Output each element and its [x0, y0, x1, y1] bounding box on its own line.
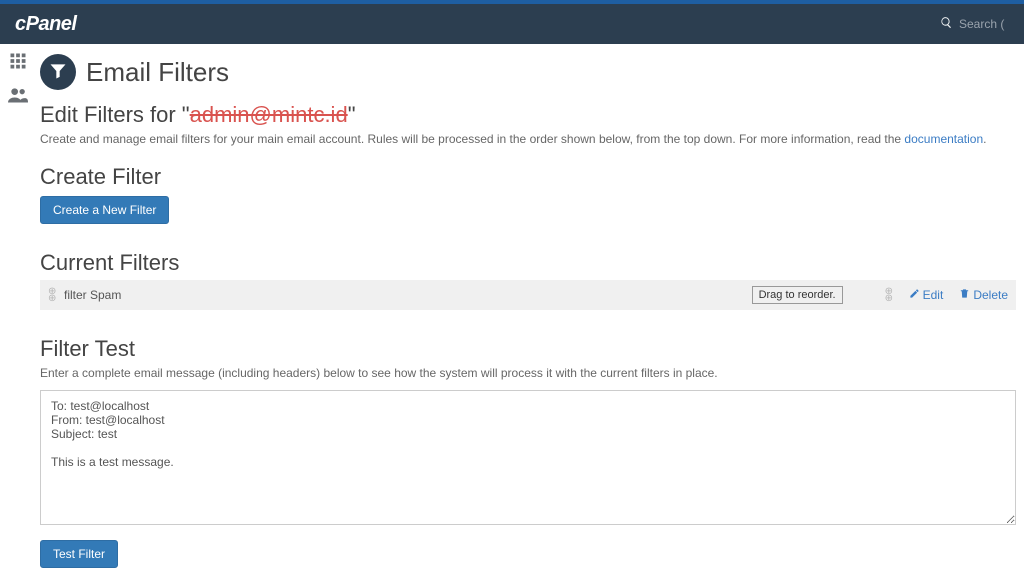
edit-filter-link[interactable]: Edit: [909, 288, 944, 302]
main-content: Email Filters Edit Filters for "admin@mi…: [36, 44, 1024, 588]
create-filter-heading: Create Filter: [40, 164, 1024, 190]
brand-logo[interactable]: cPanel: [15, 13, 76, 36]
filter-test-heading: Filter Test: [40, 336, 1024, 362]
edit-desc-suffix: .: [983, 132, 986, 146]
funnel-icon: [48, 61, 68, 84]
header-search[interactable]: [940, 16, 1009, 32]
drag-handle-icon[interactable]: ⊕⊕: [48, 289, 58, 302]
edit-filters-heading: Edit Filters for "admin@mintc.id": [40, 102, 1024, 128]
filter-name: filter Spam: [64, 288, 121, 302]
filter-test-textarea[interactable]: [40, 390, 1016, 525]
test-filter-button[interactable]: Test Filter: [40, 540, 118, 568]
trash-icon: [959, 288, 970, 302]
search-icon: [940, 16, 953, 32]
documentation-link[interactable]: documentation: [904, 132, 983, 146]
grid-icon: [9, 58, 27, 73]
pencil-icon: [909, 288, 920, 302]
sidebar-item-apps[interactable]: [9, 52, 27, 73]
sidebar: [0, 44, 36, 588]
edit-label: Edit: [923, 288, 944, 302]
create-new-filter-button[interactable]: Create a New Filter: [40, 196, 169, 224]
edit-filters-prefix: Edit Filters for ": [40, 102, 190, 127]
edit-filters-suffix: ": [348, 102, 356, 127]
edit-desc-text: Create and manage email filters for your…: [40, 132, 904, 146]
users-icon: [8, 91, 28, 106]
sort-handle-icon[interactable]: ⊕⊕: [885, 289, 895, 302]
sidebar-item-users[interactable]: [8, 87, 28, 106]
page-title: Email Filters: [86, 57, 229, 88]
edit-filters-account: admin@mintc.id: [190, 102, 348, 127]
header: cPanel: [0, 4, 1024, 44]
search-input[interactable]: [959, 17, 1009, 31]
filter-row: ⊕⊕ filter Spam Drag to reorder. ⊕⊕ Edit: [40, 280, 1016, 310]
current-filters-heading: Current Filters: [40, 250, 1024, 276]
delete-filter-link[interactable]: Delete: [959, 288, 1008, 302]
edit-filters-desc: Create and manage email filters for your…: [40, 132, 1024, 146]
filter-test-desc: Enter a complete email message (includin…: [40, 366, 1024, 380]
delete-label: Delete: [973, 288, 1008, 302]
page-icon-funnel: [40, 54, 76, 90]
reorder-tooltip: Drag to reorder.: [752, 286, 843, 304]
